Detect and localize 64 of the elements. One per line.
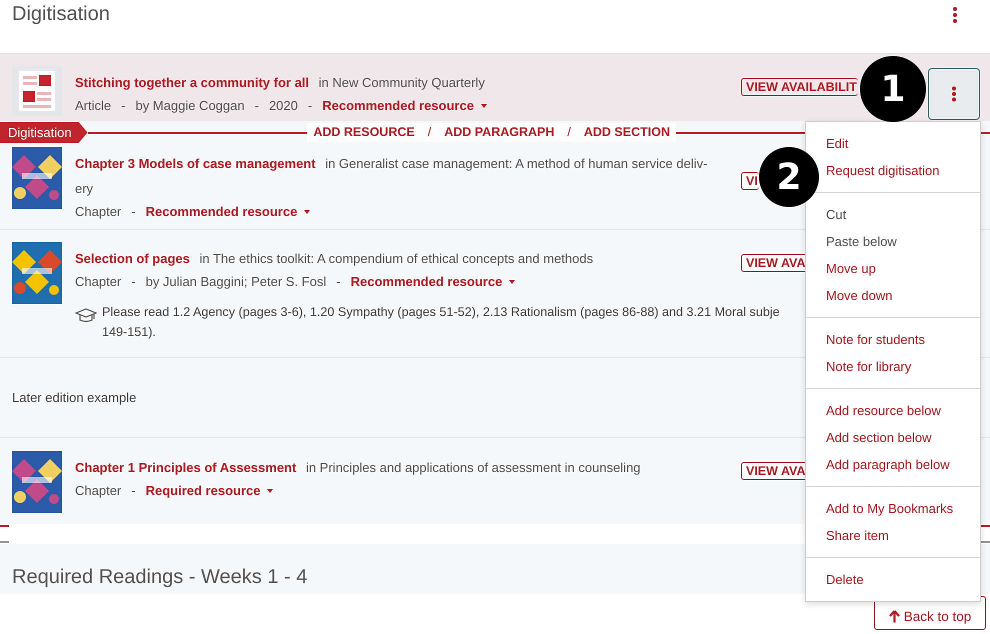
importance-dropdown[interactable]: Recommended resource [322, 95, 487, 117]
menu-item[interactable]: Add resource below [823, 397, 980, 424]
section-title: Digitisation [12, 3, 110, 26]
resource-title-link[interactable]: Chapter 1 Principles of Assessment [75, 460, 296, 475]
meta-text: Chapter [75, 482, 122, 500]
caret-icon [267, 489, 274, 493]
caret-icon [304, 210, 310, 214]
resource-title-link[interactable]: Selection of pages [75, 251, 190, 266]
mortarboard-icon [75, 308, 97, 324]
resource-title-link[interactable]: Chapter 3 Models of case management [75, 156, 316, 171]
add-action-link[interactable]: ADD SECTION [584, 123, 670, 142]
menu-item[interactable]: Request digitisation [823, 157, 980, 184]
meta-text: by Julian Baggini; Peter S. Fosl [146, 273, 326, 291]
add-action-link[interactable]: ADD PARAGRAPH [444, 123, 554, 142]
importance-dropdown[interactable]: Recommended resource [350, 271, 516, 293]
resource-title-link[interactable]: Stitching together a community for all [75, 75, 310, 90]
menu-item[interactable]: Share item [823, 522, 980, 549]
paragraph-text: Later edition example [12, 390, 136, 405]
meta-text: - [131, 482, 136, 500]
importance-dropdown[interactable]: Required resource [146, 480, 274, 502]
menu-item[interactable]: Add to My Bookmarks [823, 495, 980, 522]
menu-item[interactable]: Move down [823, 282, 980, 309]
view-availability-button[interactable]: VI [741, 172, 759, 190]
section-tag: Digitisation [0, 122, 88, 143]
menu-item[interactable]: Add section below [823, 424, 980, 451]
arrow-up-icon [888, 610, 900, 622]
view-availability-button[interactable]: VIEW AVA [741, 462, 806, 480]
menu-item[interactable]: Edit [823, 130, 980, 157]
meta-text: - [254, 97, 259, 115]
menu-item[interactable]: Delete [823, 566, 980, 593]
note-text: Please read 1.2 Agency (pages 3-6), 1.20 Sympathy (pages 51-52), 2.13 Rationalism (pages 86-88) and 3.21 Moral subje [102, 304, 780, 321]
meta-text: 2020 [268, 97, 298, 115]
separator-text: / [428, 124, 432, 141]
meta-text: - [131, 203, 136, 221]
importance-dropdown[interactable]: Recommended resource [146, 201, 310, 223]
meta-text: Chapter [75, 203, 122, 221]
menu-item[interactable]: Move up [823, 255, 980, 282]
more-options-button[interactable] [928, 68, 980, 120]
view-availability-button[interactable]: VIEW AVAILABILIT [741, 78, 858, 96]
caret-icon [509, 280, 516, 284]
source-text: in Principles and applications of assessment in counseling [306, 460, 641, 475]
more-options-icon [951, 86, 957, 102]
menu-item[interactable]: Add paragraph below [823, 451, 980, 478]
meta-text: Article [75, 97, 112, 115]
add-action-link[interactable]: ADD RESOURCE [313, 123, 415, 142]
caret-icon [480, 104, 487, 108]
note-text: 149-151). [102, 324, 157, 341]
menu-item[interactable]: Note for students [823, 326, 980, 353]
separator-text: / [567, 124, 571, 141]
source-text: ery [75, 181, 94, 196]
meta-text: - [336, 273, 341, 291]
view-availability-button[interactable]: VIEW AVA [741, 254, 806, 272]
article-icon [12, 66, 62, 116]
source-text: in New Community Quarterly [318, 75, 485, 90]
menu-item[interactable]: Note for library [823, 353, 980, 380]
meta-text: - [308, 97, 312, 115]
meta-text: by Maggie Coggan [135, 97, 245, 115]
meta-text: - [121, 97, 126, 115]
source-text: in The ethics toolkit: A compendium of ethical concepts and methods [200, 251, 594, 266]
meta-text: Chapter [75, 273, 122, 291]
source-text: in Generalist case management: A method of human service deliv- [325, 156, 708, 171]
section-title: Required Readings - Weeks 1 - 4 [12, 566, 308, 589]
more-options-icon[interactable] [952, 6, 958, 24]
meta-text: - [131, 273, 136, 291]
